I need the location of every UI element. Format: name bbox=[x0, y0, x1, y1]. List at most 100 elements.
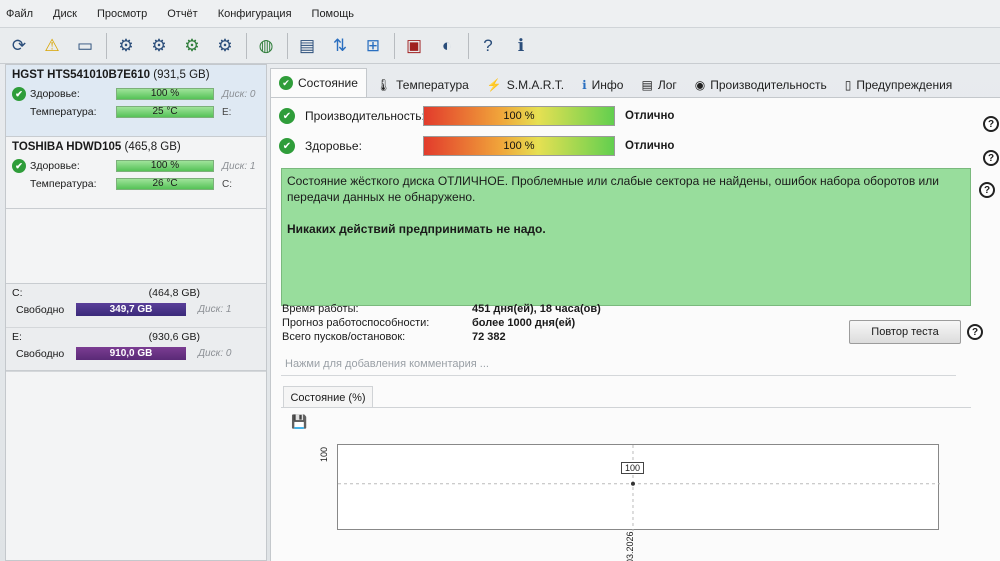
performance-result: Отлично bbox=[625, 110, 675, 122]
stat-key: Прогноз работоспособности: bbox=[282, 317, 430, 329]
message-text: Состояние жёсткого диска ОТЛИЧНОЕ. Пробл… bbox=[287, 174, 939, 204]
clipboard-icon[interactable]: ▤ bbox=[294, 33, 320, 59]
tab-performance[interactable]: ◉ Производительность bbox=[686, 72, 836, 98]
volume-list: C: (464,8 GB) Свободно 349,7 GB Диск: 1 … bbox=[6, 283, 266, 372]
toolbar-separator bbox=[287, 32, 288, 59]
globe-icon[interactable]: ◍ bbox=[253, 33, 279, 59]
drive-letter: E: bbox=[222, 106, 232, 118]
menu-report[interactable]: Отчёт bbox=[167, 8, 197, 20]
stat-value: 451 дня(ей), 18 часа(ов) bbox=[472, 303, 601, 315]
network-icon[interactable]: ⊞ bbox=[360, 33, 386, 59]
tab-log[interactable]: ▤ Лог bbox=[632, 72, 685, 98]
test-icon-1[interactable]: ⚙ bbox=[113, 33, 139, 59]
health-result: Отлично bbox=[625, 140, 675, 152]
test-icon-2[interactable]: ⚙ bbox=[146, 33, 172, 59]
menu-help[interactable]: Помощь bbox=[312, 8, 355, 20]
data-point bbox=[630, 481, 635, 486]
volume-size: (464,8 GB) bbox=[148, 287, 200, 299]
stat-key: Всего пусков/остановок: bbox=[282, 331, 406, 343]
stat-row: Всего пусков/остановок: 72 382 bbox=[282, 330, 601, 344]
volume-header: E: (930,6 GB) bbox=[12, 331, 260, 343]
free-bar: 349,7 GB bbox=[76, 303, 186, 316]
comment-input[interactable]: Нажми для добавления комментария ... bbox=[281, 358, 956, 376]
volume-letter: C: bbox=[12, 287, 23, 299]
disk-temp-row: Температура: 26 °C C: bbox=[12, 176, 260, 192]
tab-label: Производительность bbox=[710, 78, 827, 92]
performance-row: ✔ Производительность: 100 % Отлично bbox=[279, 106, 674, 126]
performance-bar: 100 % bbox=[423, 106, 615, 126]
check-icon: ✔ bbox=[279, 108, 295, 124]
point-value-label: 100 bbox=[621, 462, 645, 474]
info-icon[interactable]: ℹ bbox=[508, 33, 534, 59]
tab-label: Инфо bbox=[591, 78, 624, 92]
speaker-icon[interactable]: ◐ bbox=[434, 33, 460, 59]
help-icon[interactable]: ? bbox=[983, 116, 999, 132]
temp-bar: 26 °C bbox=[116, 178, 214, 190]
tab-warnings[interactable]: ▯ Предупреждения bbox=[836, 72, 962, 98]
health-bar: 100 % bbox=[116, 88, 214, 100]
save-icon[interactable]: 💾 bbox=[291, 414, 307, 430]
free-label: Свободно bbox=[16, 303, 65, 316]
message-action: Никаких действий предпринимать не надо. bbox=[287, 222, 546, 236]
disk-name: HGST HTS541010B7E610 bbox=[12, 69, 151, 81]
help-icon[interactable]: ? bbox=[983, 150, 999, 166]
tab-label: Лог bbox=[657, 78, 677, 92]
chip-icon: ⚡ bbox=[486, 78, 502, 92]
volume-disk: Диск: 1 bbox=[198, 304, 232, 315]
menu-view[interactable]: Просмотр bbox=[97, 8, 147, 20]
tab-status[interactable]: ✔ Состояние bbox=[270, 68, 367, 98]
check-icon: ✔ bbox=[279, 76, 293, 90]
tab-temperature[interactable]: 🌡 Температура bbox=[367, 72, 478, 98]
help-icon[interactable]: ? bbox=[967, 324, 983, 340]
menu-disk[interactable]: Диск bbox=[53, 8, 77, 20]
volume-item-e[interactable]: E: (930,6 GB) Свободно 910,0 GB Диск: 0 bbox=[6, 328, 266, 372]
disk-temp-row: Температура: 25 °C E: bbox=[12, 104, 260, 120]
menu-config[interactable]: Конфигурация bbox=[218, 8, 292, 20]
refresh-icon[interactable]: ⟳ bbox=[6, 33, 32, 59]
volume-header: C: (464,8 GB) bbox=[12, 287, 260, 299]
test-icon-4[interactable]: ⚙ bbox=[212, 33, 238, 59]
tab-bar: ✔ Состояние 🌡 Температура ⚡ S.M.A.R.T. ℹ… bbox=[270, 66, 1000, 98]
toolbar-separator bbox=[468, 32, 469, 59]
volume-free-row: Свободно 910,0 GB Диск: 0 bbox=[12, 347, 260, 360]
disk-list-panel: HGST HTS541010B7E610 (931,5 GB) ✔ Здоров… bbox=[5, 64, 267, 561]
temp-label: Температура: bbox=[30, 106, 97, 118]
y-tick-label: 100 bbox=[319, 446, 329, 462]
help-icon[interactable]: ? bbox=[475, 33, 501, 59]
chart-svg bbox=[338, 445, 940, 531]
monitor-icon[interactable]: ▣ bbox=[401, 33, 427, 59]
status-panel: ✔ Производительность: 100 % Отлично ? ✔ … bbox=[270, 97, 1000, 561]
log-icon: ▤ bbox=[641, 78, 653, 92]
temp-bar: 25 °C bbox=[116, 106, 214, 118]
help-icon[interactable]: ? bbox=[979, 182, 995, 198]
tab-label: Предупреждения bbox=[856, 78, 953, 92]
tab-label: Температура bbox=[396, 78, 469, 92]
tab-status-chart[interactable]: Состояние (%) bbox=[283, 386, 373, 408]
repeat-test-button[interactable]: Повтор теста bbox=[849, 320, 961, 344]
menu-file[interactable]: Файл bbox=[6, 8, 33, 20]
volume-item-c[interactable]: C: (464,8 GB) Свободно 349,7 GB Диск: 1 bbox=[6, 284, 266, 328]
toolbar: ⟳ ⚠ ▭ ⚙ ⚙ ⚙ ⚙ ◍ ▤ ⇅ ⊞ ▣ ◐ ? ℹ bbox=[0, 28, 1000, 64]
menu-bar: Файл Диск Просмотр Отчёт Конфигурация По… bbox=[0, 0, 1000, 28]
tab-info[interactable]: ℹ Инфо bbox=[573, 72, 632, 98]
health-label: Здоровье: bbox=[305, 139, 362, 153]
tab-label: S.M.A.R.T. bbox=[506, 78, 565, 92]
warning-icon[interactable]: ⚠ bbox=[39, 33, 65, 59]
stat-value: более 1000 дня(ей) bbox=[472, 317, 576, 329]
disk-item-0[interactable]: HGST HTS541010B7E610 (931,5 GB) ✔ Здоров… bbox=[6, 65, 266, 137]
stat-key: Время работы: bbox=[282, 303, 359, 315]
disk-item-1[interactable]: TOSHIBA HDWD105 (465,8 GB) ✔ Здоровье: 1… bbox=[6, 137, 266, 209]
performance-label: Производительность: bbox=[305, 109, 425, 123]
tab-smart[interactable]: ⚡ S.M.A.R.T. bbox=[478, 72, 573, 98]
x-tick-label: 03.2026 bbox=[625, 531, 635, 561]
toolbar-separator bbox=[246, 32, 247, 59]
disk-number: Диск: 1 bbox=[222, 160, 256, 172]
test-icon-3[interactable]: ⚙ bbox=[179, 33, 205, 59]
stat-value: 72 382 bbox=[472, 331, 506, 343]
disk-icon[interactable]: ▭ bbox=[72, 33, 98, 59]
volume-free-row: Свободно 349,7 GB Диск: 1 bbox=[12, 303, 260, 316]
free-bar: 910,0 GB bbox=[76, 347, 186, 360]
sync-icon[interactable]: ⇅ bbox=[327, 33, 353, 59]
